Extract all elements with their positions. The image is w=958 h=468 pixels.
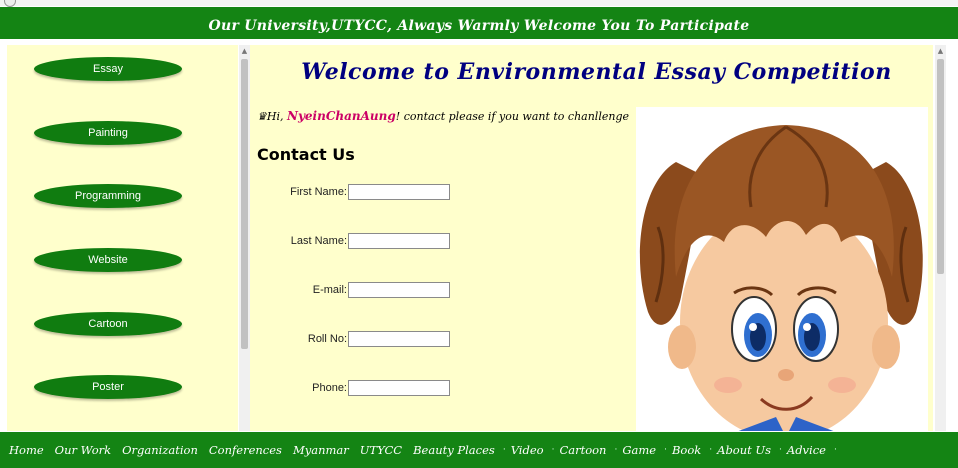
main-scrollbar[interactable]: ▲ <box>935 45 946 431</box>
roll-no-row: Roll No: <box>250 331 460 349</box>
main-scroll-thumb[interactable] <box>937 59 944 274</box>
footer-link-game[interactable]: Game <box>619 443 664 457</box>
separator-dot-icon: · <box>551 445 555 455</box>
footer-link-myanmar[interactable]: Myanmar <box>290 443 357 457</box>
first-name-row: First Name: <box>250 184 460 202</box>
phone-row: Phone: <box>250 380 460 398</box>
sidebar-item-poster[interactable]: Poster <box>34 375 182 399</box>
first-name-field[interactable] <box>348 184 450 200</box>
email-row: E-mail: <box>250 282 460 300</box>
last-name-field[interactable] <box>348 233 450 249</box>
footer-link-utycc[interactable]: UTYCC <box>357 443 410 457</box>
footer-nav: Home Our Work Organization Conferences M… <box>0 432 958 468</box>
window-top-strip <box>0 0 958 7</box>
sidebar-scrollbar[interactable]: ▲ <box>239 45 250 431</box>
sidebar: Essay Painting Programming Website Carto… <box>7 45 238 431</box>
footer-link-advice[interactable]: Advice <box>784 443 834 457</box>
sidebar-item-essay[interactable]: Essay <box>34 57 182 81</box>
separator-dot-icon: · <box>664 445 667 455</box>
main-content: Welcome to Environmental Essay Competiti… <box>250 45 933 431</box>
greeting-suffix: ! contact please if you want to chanllen… <box>395 110 629 123</box>
greeting-prefix: Hi, <box>266 110 287 123</box>
email-field[interactable] <box>348 282 450 298</box>
footer-link-video[interactable]: Video <box>508 443 552 457</box>
sidebar-item-website[interactable]: Website <box>34 248 182 272</box>
last-name-label: Last Name: <box>290 235 347 247</box>
page-title: Welcome to Environmental Essay Competiti… <box>301 59 892 85</box>
first-name-label: First Name: <box>290 186 347 198</box>
roll-no-field[interactable] <box>348 331 450 347</box>
last-name-row: Last Name: <box>250 233 460 251</box>
user-icon: ♛ <box>257 110 267 123</box>
separator-dot-icon: · <box>709 445 713 455</box>
greeting-line: ♛Hi, NyeinChanAung! contact please if yo… <box>257 109 629 123</box>
footer-link-book[interactable]: Book <box>669 443 709 457</box>
window-circle-icon <box>4 0 16 7</box>
footer-link-conferences[interactable]: Conferences <box>206 443 290 457</box>
separator-dot-icon: · <box>779 445 782 455</box>
email-label: E-mail: <box>312 284 347 296</box>
sidebar-item-cartoon[interactable]: Cartoon <box>34 312 182 336</box>
sidebar-scroll-thumb[interactable] <box>241 59 248 349</box>
footer-link-home[interactable]: Home <box>6 443 52 457</box>
roll-no-label: Roll No: <box>307 333 347 345</box>
footer-link-beauty-places[interactable]: Beauty Places <box>410 443 503 457</box>
sidebar-item-programming[interactable]: Programming <box>34 184 182 208</box>
cartoon-girl-image <box>636 107 928 431</box>
phone-label: Phone: <box>312 382 347 394</box>
separator-dot-icon: · <box>614 445 618 455</box>
separator-dot-icon: · <box>833 445 837 455</box>
footer-link-organization[interactable]: Organization <box>119 443 206 457</box>
footer-link-cartoon[interactable]: Cartoon <box>556 443 614 457</box>
footer-link-our-work[interactable]: Our Work <box>52 443 119 457</box>
scroll-up-arrow-icon[interactable]: ▲ <box>240 47 249 56</box>
contact-heading: Contact Us <box>257 145 355 164</box>
header-banner: Our University,UTYCC, Always Warmly Welc… <box>0 7 958 39</box>
user-name: NyeinChanAung <box>286 109 396 123</box>
footer-link-about-us[interactable]: About Us <box>714 443 779 457</box>
scroll-up-arrow-icon[interactable]: ▲ <box>936 47 945 56</box>
phone-field[interactable] <box>348 380 450 396</box>
sidebar-item-painting[interactable]: Painting <box>34 121 182 145</box>
separator-dot-icon: · <box>502 445 506 455</box>
